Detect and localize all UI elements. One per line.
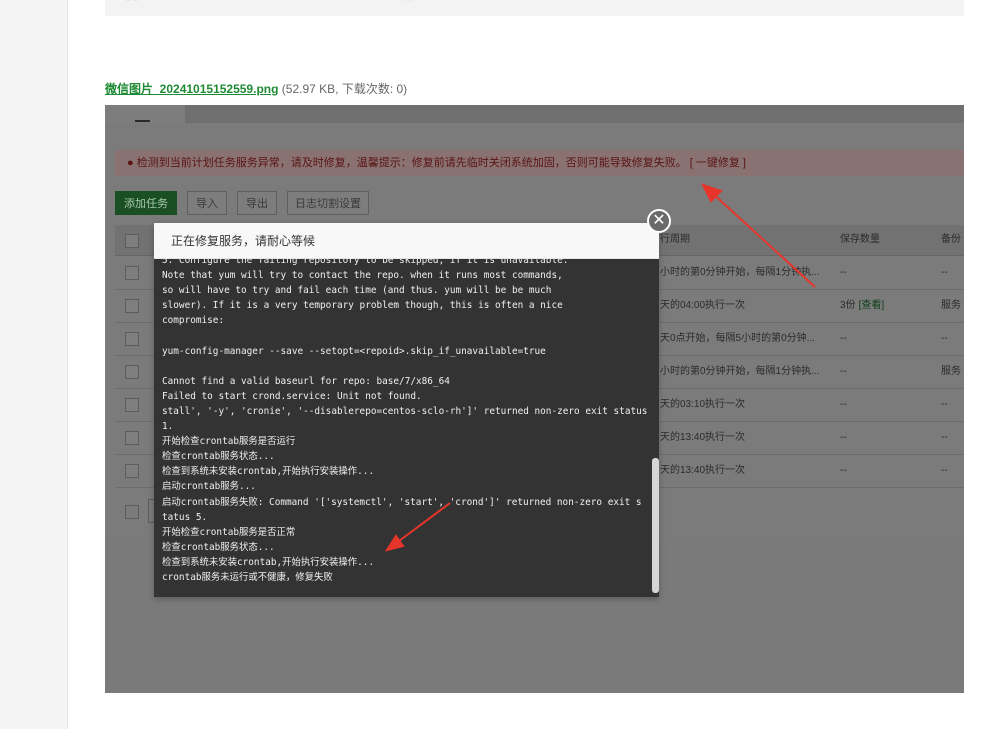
bg-cell-count: --: [840, 322, 847, 355]
bg-log-cut-button: 日志切割设置: [287, 191, 369, 215]
bg-view-link: [查看]: [858, 300, 885, 311]
attachment-line: 微信图片_20241015152559.png (52.97 KB, 下载次数:…: [105, 80, 407, 97]
bg-row-checkbox: [125, 266, 139, 280]
bg-cell-period: 天0点开始，每隔5小时的第0分钟...: [660, 333, 816, 344]
log-line: 检查crontab服务状态...: [162, 541, 275, 553]
dialog-title: 正在修复服务，请耐心等候: [154, 223, 659, 259]
open-quote-icon: “: [122, 0, 143, 31]
bg-col-backup: 备份: [941, 234, 961, 245]
bg-alert-banner: ● 检测到当前计划任务服务异常，请及时修复，温馨提示：修复前请先临时关闭系统加固…: [115, 150, 964, 176]
log-line: yum-config-manager --save --setopt=<repo…: [162, 345, 546, 357]
log-line: Failed to start crond.service: Unit not …: [162, 390, 422, 402]
bg-cell-period: 小时的第0分钟开始，每隔1分钟执...: [660, 366, 820, 377]
bg-export-button: 导出: [237, 191, 277, 215]
log-line: 启动crontab服务...: [162, 481, 256, 493]
bg-cell-backup: 服务: [941, 366, 961, 377]
bg-cell-count: --: [840, 454, 847, 487]
bg-topbar: [105, 105, 964, 123]
bg-row-checkbox: [125, 431, 139, 445]
bg-cell-count-text: --: [840, 366, 847, 377]
bg-row-checkbox: [125, 332, 139, 346]
bg-cell-count: --: [840, 256, 847, 289]
log-line: 检查crontab服务状态...: [162, 451, 275, 463]
bg-tab-indicator: [135, 120, 150, 122]
log-line: compromise:: [162, 315, 225, 327]
bg-row-checkbox: [125, 464, 139, 478]
bg-footer-checkbox: [125, 505, 139, 519]
log-line: crontab服务未运行或不健康，修复失败: [162, 571, 333, 583]
bg-cell-count: --: [840, 388, 847, 421]
bg-cell-count: --: [840, 421, 847, 454]
log-line: 1.: [162, 421, 174, 433]
attachment-screenshot[interactable]: ● 检测到当前计划任务服务异常，请及时修复，温馨提示：修复前请先临时关闭系统加固…: [105, 105, 964, 693]
bg-cell-count-text: --: [840, 267, 847, 278]
bg-row-checkbox: [125, 398, 139, 412]
bg-row-checkbox: [125, 365, 139, 379]
bg-import-button: 导入: [187, 191, 227, 215]
log-line: Note that yum will try to contact the re…: [162, 270, 563, 282]
bg-cell-backup: 服务: [941, 300, 961, 311]
log-line: tatus 5.: [162, 511, 208, 523]
log-line: Cannot find a valid baseurl for repo: ba…: [162, 375, 450, 387]
bg-cell-period: 天的13:40执行一次: [660, 432, 746, 443]
bg-cell-count: 3份 [查看]: [840, 289, 884, 322]
bg-row-checkbox: [125, 299, 139, 313]
bg-cell-period: 天的03:10执行一次: [660, 399, 746, 410]
log-line: 检查到系统未安装crontab,开始执行安装操作...: [162, 466, 375, 478]
bg-cell-backup: --: [941, 399, 948, 410]
log-line: so will have to try and fail each time (…: [162, 285, 552, 297]
bg-cell-backup: --: [941, 432, 948, 443]
bg-cell-period: 天的04:00执行一次: [660, 300, 746, 311]
log-line: stall', '-y', 'cronie', '--disablerepo=c…: [162, 405, 648, 417]
bg-add-task-button: 添加任务: [115, 191, 177, 215]
bg-cell-backup: --: [941, 267, 948, 278]
log-line: 启动crontab服务失败: Command '['systemctl', 's…: [162, 496, 642, 508]
log-line: 5. Configure the failing repository to b…: [162, 259, 569, 266]
log-line: 开始检查crontab服务是否正常: [162, 526, 296, 538]
log-console[interactable]: 5. Configure the failing repository to b…: [154, 259, 659, 597]
quote-block: [105, 0, 964, 16]
bg-cell-backup: --: [941, 333, 948, 344]
bg-cell-count-text: --: [840, 399, 847, 410]
bg-cell-period: 小时的第0分钟开始，每隔1分钟执...: [660, 267, 820, 278]
console-scrollbar[interactable]: [652, 458, 659, 593]
close-quote-icon: ”: [398, 0, 419, 31]
bg-cell-period: 天的13:40执行一次: [660, 465, 746, 476]
attachment-link[interactable]: 微信图片_20241015152559.png: [105, 82, 278, 96]
bg-cell-count-text: --: [840, 432, 847, 443]
log-line: slower). If it is a very temporary probl…: [162, 300, 563, 312]
bg-cell-backup: --: [941, 465, 948, 476]
log-line: 检查到系统未安装crontab,开始执行安装操作...: [162, 556, 375, 568]
bg-cell-count: --: [840, 355, 847, 388]
repair-dialog: 正在修复服务，请耐心等候 5. Configure the failing re…: [154, 223, 659, 597]
bg-col-count: 保存数量: [840, 234, 880, 245]
left-gutter: [0, 0, 68, 729]
bg-header-checkbox: [125, 234, 139, 248]
bg-cell-count-text: --: [840, 465, 847, 476]
bg-cell-count-text: --: [840, 333, 847, 344]
attachment-meta: (52.97 KB, 下载次数: 0): [281, 82, 408, 96]
bg-cell-count-text: 3份: [840, 300, 856, 311]
log-line: 开始检查crontab服务是否运行: [162, 436, 296, 448]
close-icon[interactable]: ✕: [647, 209, 671, 233]
